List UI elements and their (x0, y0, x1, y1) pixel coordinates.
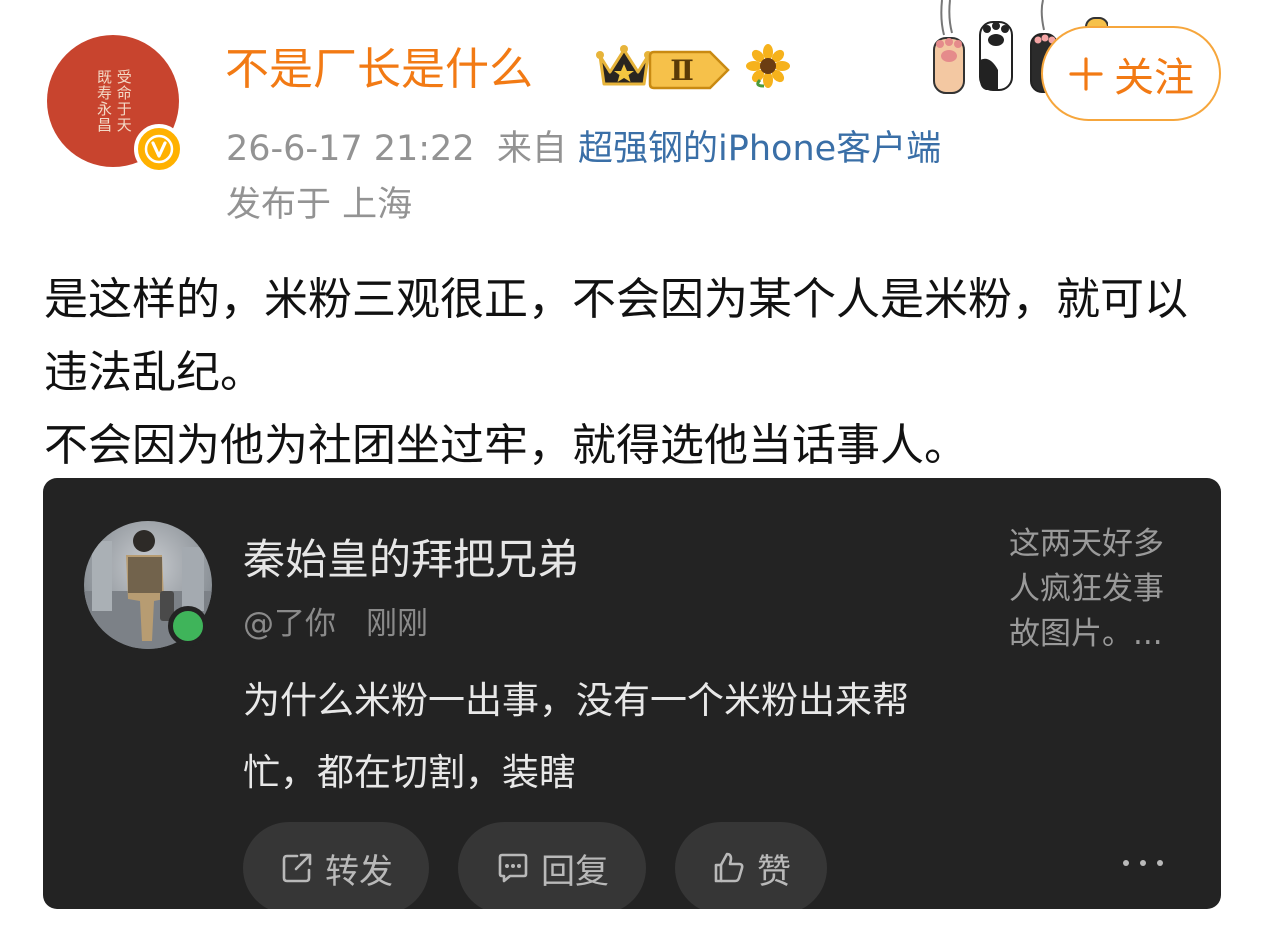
card-repost-button: 转发 (243, 822, 429, 909)
card-side-text: 这两天好多人疯狂发事故图片。... (1009, 526, 1164, 652)
quoted-screenshot-card[interactable]: 秦始皇的拜把兄弟 @了你 刚刚 这两天好多人疯狂发事故图片。... 为什么米粉一出… (43, 478, 1221, 909)
card-body-text: 为什么米粉一出事，没有一个米粉出来帮忙，都在切割，装瞎 (243, 679, 909, 794)
more-options-icon (1123, 853, 1163, 873)
card-handle: @了你 (243, 606, 336, 642)
level-badge-text: Ⅱ (670, 54, 694, 87)
card-comment-button: 回复 (458, 822, 646, 909)
level-badge-icon: Ⅱ (648, 50, 730, 90)
follow-button-label: 关注 (1114, 54, 1194, 101)
author-name[interactable]: 不是厂长是什么 (225, 38, 533, 102)
post-text: 是这样的，米粉三观很正，不会因为某个人是米粉，就可以违法乱纪。 不会因为他为社团… (44, 274, 1188, 471)
card-time: 刚刚 (366, 606, 428, 642)
verified-v-icon (134, 124, 184, 174)
seal-line-2: 既寿永昌 (95, 69, 113, 133)
post-timestamp: 26-6-17 21:22 (226, 129, 475, 169)
post-meta: 26-6-17 21:22 来自 超强钢的iPhone客户端 (226, 120, 941, 171)
seal-line-1: 受命于天 (114, 69, 133, 133)
crown-icon (596, 45, 652, 86)
follow-button[interactable]: 关注 (1041, 26, 1221, 121)
post-location: 发布于 上海 (226, 185, 413, 225)
card-author-meta: @了你 刚刚 (243, 598, 428, 643)
thumbs-up-icon (714, 852, 744, 883)
like-label: 赞 (757, 851, 791, 892)
repost-icon (282, 853, 312, 883)
card-like-button: 赞 (675, 822, 827, 909)
source-link[interactable]: 超强钢的iPhone客户端 (578, 129, 941, 169)
card-author-name: 秦始皇的拜把兄弟 (243, 535, 580, 584)
sunflower-icon (746, 44, 790, 88)
repost-label: 转发 (325, 851, 393, 892)
source-prefix: 来自 (496, 129, 567, 169)
comment-icon (498, 853, 528, 883)
comment-label: 回复 (541, 851, 609, 892)
plus-icon (1069, 56, 1103, 91)
online-status-dot (168, 606, 208, 646)
